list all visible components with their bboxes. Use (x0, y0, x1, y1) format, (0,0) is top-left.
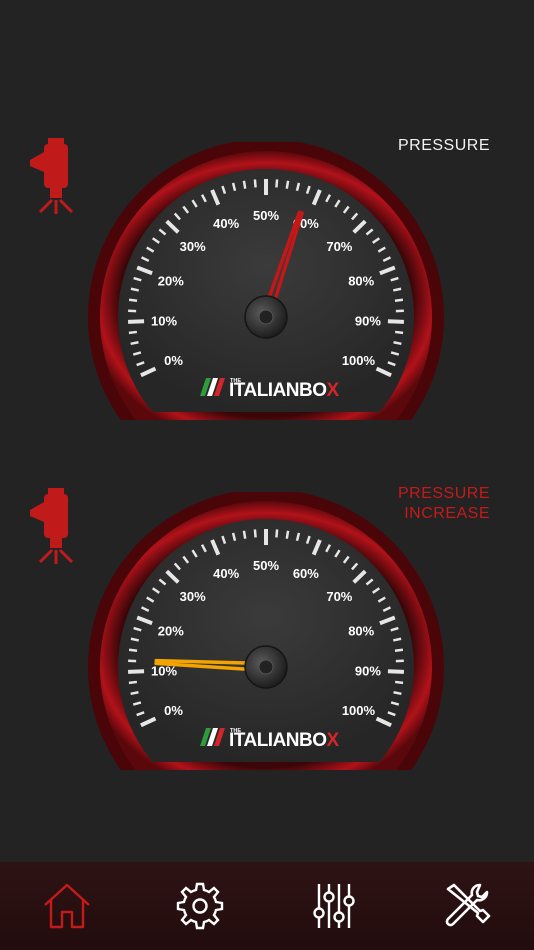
tick-label: 50% (253, 208, 279, 223)
brand-name: ITALIANBOX (229, 730, 340, 751)
tick-label: 10% (151, 314, 177, 329)
minor-tick (285, 180, 290, 189)
bottom-tab-bar (0, 862, 534, 950)
needle-hub-center (258, 659, 274, 675)
tick-label: 30% (180, 589, 206, 604)
minor-tick (394, 298, 404, 302)
tab-tools[interactable] (432, 871, 502, 941)
minor-tick (253, 179, 257, 188)
minor-tick (128, 680, 138, 685)
pressure-gauge-block: PRESSURE 0% 10% 20% 30% 40% 50% 60% 70% 80% 90% 10… (0, 120, 534, 450)
tick-label: 50% (253, 558, 279, 573)
minor-tick (130, 691, 139, 696)
tick-label: 90% (355, 664, 381, 679)
minor-tick (285, 530, 290, 539)
tick-label: 80% (348, 623, 374, 638)
minor-tick (130, 287, 140, 292)
minor-tick (253, 529, 257, 538)
tick-label: 100% (342, 703, 376, 718)
major-tick (387, 669, 404, 674)
minor-tick (275, 529, 279, 538)
pressure-increase-gauge: 0%10%20%30%40%50%60%70%80%90%100%THEITAL… (87, 492, 444, 770)
tick-label: 90% (355, 314, 381, 329)
minor-tick (128, 298, 138, 302)
tick-label: 80% (348, 273, 374, 288)
tick-label: 0% (164, 353, 183, 368)
gear-icon (177, 882, 224, 930)
minor-tick (392, 637, 402, 642)
tab-adjust[interactable] (299, 871, 369, 941)
minor-tick (130, 341, 139, 346)
tick-label: 0% (164, 703, 183, 718)
tab-home[interactable] (32, 871, 102, 941)
pressure-increase-gauge-block: PRESSURE INCREASE 0% 10% 20% 30% 40% 50% 60% 70… (0, 470, 534, 800)
minor-tick (394, 648, 404, 652)
brand-name: ITALIANBOX (229, 380, 340, 401)
tick-label: 40% (213, 566, 239, 581)
injector-icon (30, 488, 74, 564)
major-tick (128, 319, 145, 324)
tick-label: 70% (326, 589, 352, 604)
tick-label: 40% (213, 216, 239, 231)
gauge-screen: PRESSURE 0% 10% 20% 30% 40% 50% 60% 70% 80% 90% 10… (0, 0, 534, 950)
minor-tick (130, 637, 140, 642)
tick-label: 60% (293, 566, 319, 581)
injector-icon (30, 138, 74, 214)
tick-label: 70% (326, 239, 352, 254)
minor-tick (128, 330, 138, 335)
tick-label: 30% (180, 239, 206, 254)
tick-label: 20% (158, 623, 184, 638)
minor-tick (128, 648, 138, 652)
tick-label: 20% (158, 273, 184, 288)
tick-label: 100% (342, 353, 376, 368)
minor-tick (242, 530, 247, 539)
minor-tick (392, 287, 402, 292)
pressure-gauge: 0%10%20%30%40%50%60%70%80%90%100%THEITAL… (87, 142, 444, 421)
minor-tick (242, 180, 247, 189)
major-tick (387, 319, 404, 324)
minor-tick (393, 341, 402, 346)
minor-tick (394, 330, 404, 335)
tools-icon (445, 883, 491, 927)
tab-settings[interactable] (165, 871, 235, 941)
home-icon (43, 883, 90, 929)
needle-hub-center (258, 309, 274, 325)
major-tick (128, 669, 145, 674)
minor-tick (275, 179, 279, 188)
sliders-icon (313, 884, 355, 928)
minor-tick (393, 691, 402, 696)
minor-tick (394, 680, 404, 685)
